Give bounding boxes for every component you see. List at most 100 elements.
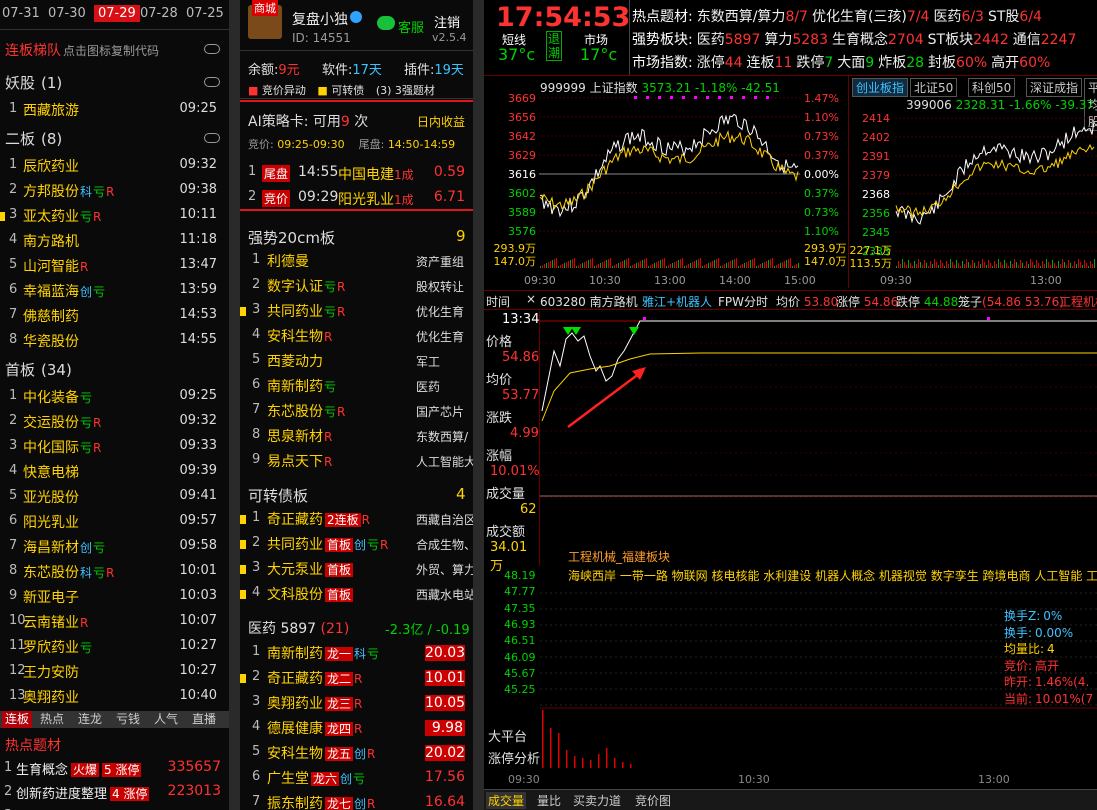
date-tab[interactable]: 07-30 <box>48 6 86 21</box>
index2-chart[interactable]: 创业板指 北证50 科创50 深证成指 平均股 399006 2328.31 -1.66… <box>850 76 1097 288</box>
strong-item[interactable]: 5 西菱动力 军工 <box>240 350 473 375</box>
list-item[interactable]: 10 云南锗业R 10:07 <box>0 611 229 636</box>
cloud-icon[interactable] <box>204 77 220 87</box>
info-item[interactable]: 涨停44 <box>697 55 743 71</box>
list-item[interactable]: 8 华瓷股份 14:55 <box>0 330 229 355</box>
strong-item[interactable]: 8 思泉新材R 东数西算/ <box>240 425 473 450</box>
limit-analysis-button[interactable]: 涨停分析 <box>488 748 540 767</box>
info-item[interactable]: 大面9 <box>837 55 874 71</box>
ai-row[interactable]: 2 竞价 09:29 阳光乳业1成 6.71 <box>240 187 473 212</box>
cloud-icon[interactable] <box>204 44 220 54</box>
info-item[interactable]: ST板块2442 <box>928 32 1009 48</box>
info-item[interactable]: 算力5283 <box>764 32 828 48</box>
list-item[interactable]: 7 佛慈制药 14:53 <box>0 305 229 330</box>
strong-item[interactable]: 7 东芯股份亏R 国产芯片 <box>240 400 473 425</box>
chart-tab[interactable]: 竞价图 <box>633 792 673 809</box>
list-item[interactable]: 7 海昌新材创亏 09:58 <box>0 536 229 561</box>
splitter[interactable] <box>473 0 484 810</box>
info-item[interactable]: 封板60% <box>928 55 987 71</box>
tab-time[interactable]: 时间 <box>486 293 510 310</box>
list-item[interactable]: 5 亚光股份 09:41 <box>0 486 229 511</box>
list-item[interactable]: 9 新亚电子 10:03 <box>0 586 229 611</box>
strong-item[interactable]: 9 易点天下R 人工智能大 <box>240 450 473 475</box>
list-item[interactable]: 2 方邦股份科亏R 09:38 <box>0 180 229 205</box>
list-item[interactable]: 13 奥翔药业 10:40 <box>0 686 229 711</box>
item-index: 2 <box>252 535 261 550</box>
info-item[interactable]: 医药5897 <box>697 32 761 48</box>
pharma-item[interactable]: 6 广生堂 龙六 创亏 17.56 <box>240 767 473 792</box>
strong-item[interactable]: 4 安科生物R 优化生育 <box>240 325 473 350</box>
list-item[interactable]: 4 南方路机 11:18 <box>0 230 229 255</box>
fpw-button[interactable]: FPW分时 <box>718 293 768 310</box>
hot-item[interactable]: 3西藏水电概念火爆... <box>0 806 229 810</box>
close-icon[interactable]: × <box>526 292 536 306</box>
vol-bar <box>1032 262 1033 268</box>
list-item[interactable]: 3 中化国际亏R 09:33 <box>0 436 229 461</box>
list-item[interactable]: 2 交运股份亏R 09:32 <box>0 411 229 436</box>
info-item[interactable]: 医药6/3 <box>933 9 984 25</box>
list-item[interactable]: 5 山河智能R 13:47 <box>0 255 229 280</box>
pharma-item[interactable]: 3 奥翔药业 龙三 R 10.05 <box>240 692 473 717</box>
ai-mode-button[interactable]: 日内收益 <box>417 113 465 130</box>
index1-chart[interactable]: 999999 上证指数 3573.21 -1.18% -42.51 3669 1.… <box>484 76 849 288</box>
date-tab[interactable]: 07-25 <box>186 6 224 21</box>
info-item[interactable]: 通信2247 <box>1013 32 1077 48</box>
info-item[interactable]: 高开60% <box>991 55 1050 71</box>
list-item[interactable]: 11 罗欣药业亏 10:27 <box>0 636 229 661</box>
mall-badge[interactable]: 商城 <box>252 0 278 16</box>
vol-bar <box>540 266 541 268</box>
service-link[interactable]: 客服 <box>398 17 424 36</box>
chart-tab[interactable]: 量比 <box>535 792 563 809</box>
tab-0[interactable]: 连板 <box>2 711 33 728</box>
info-item[interactable]: 炸板28 <box>878 55 924 71</box>
chart-tab[interactable]: 买卖力道 <box>571 792 623 809</box>
list-item[interactable]: 1 辰欣药业 09:32 <box>0 155 229 180</box>
bond-item[interactable]: 1 奇正藏药 2连板 R 西藏自治区 <box>240 508 473 533</box>
pharma-item[interactable]: 7 振东制药 龙七 创R 16.64 <box>240 792 473 810</box>
date-tab[interactable]: 07-28 <box>140 6 178 21</box>
strong-item[interactable]: 2 数字认证亏R 股权转让 <box>240 275 473 300</box>
pharma-item[interactable]: 5 安科生物 龙五 创R 20.02 <box>240 742 473 767</box>
tab-5[interactable]: 直播 <box>192 711 216 728</box>
strong-item[interactable]: 3 共同药业亏R 优化生育 <box>240 300 473 325</box>
tab-3[interactable]: 亏钱 <box>116 711 140 728</box>
platform-button[interactable]: 大平台 <box>488 726 527 745</box>
date-tab[interactable]: 07-31 <box>2 6 40 21</box>
date-tab[interactable]: 07-29 <box>94 5 140 22</box>
tab-2[interactable]: 连龙 <box>78 711 102 728</box>
list-item[interactable]: 12 王力安防 10:27 <box>0 661 229 686</box>
hot-item[interactable]: 2 创新药进度整理 4 涨停 223013 <box>0 782 229 807</box>
cloud-icon[interactable] <box>204 133 220 143</box>
bond-item[interactable]: 4 文科股份 首板 西藏水电站 <box>240 583 473 608</box>
list-item[interactable]: 8 东芯股份科亏R 10:01 <box>0 561 229 586</box>
hot-item[interactable]: 1 生育概念 火爆 5 涨停 335657 <box>0 758 229 783</box>
chart-tab[interactable]: 成交量 <box>486 792 527 809</box>
list-item[interactable]: 1 中化装备亏 09:25 <box>0 386 229 411</box>
logout-link[interactable]: 注销 <box>434 12 460 31</box>
strong-item[interactable]: 6 南新制药亏 医药 <box>240 375 473 400</box>
pharma-item[interactable]: 2 奇正藏药 龙二 R 10.01 <box>240 667 473 692</box>
wechat-icon[interactable] <box>377 16 395 30</box>
tab-4[interactable]: 人气 <box>154 711 178 728</box>
list-item[interactable]: 3 亚太药业亏R 10:11 <box>0 205 229 230</box>
info-item[interactable]: 东数西算/算力8/7 <box>697 9 808 25</box>
list-item[interactable]: 6 阳光乳业 09:57 <box>0 511 229 536</box>
list-item[interactable]: 6 幸福蓝海创亏 13:59 <box>0 280 229 305</box>
bond-item[interactable]: 2 共同药业 首板 创亏R 合成生物、 <box>240 533 473 558</box>
info-item[interactable]: ST股6/4 <box>988 9 1042 25</box>
ai-row[interactable]: 1 尾盘 14:55 中国电建1成 0.59 <box>240 162 473 187</box>
list-item[interactable]: 4 快意电梯 09:39 <box>0 461 229 486</box>
pharma-item[interactable]: 4 德展健康 龙四 R 9.98 <box>240 717 473 742</box>
list-item[interactable]: 1 西藏旅游 09:25 <box>0 99 229 124</box>
strong-item[interactable]: 1 利德曼 资产重组 <box>240 250 473 275</box>
pharma-item[interactable]: 1 南新制药 龙一 科亏 20.03 <box>240 642 473 667</box>
bond-item[interactable]: 3 大元泵业 首板 外贸、算力 <box>240 558 473 583</box>
splitter[interactable] <box>229 0 240 810</box>
info-item[interactable]: 优化生育(三孩)7/4 <box>812 9 929 25</box>
info-item[interactable]: 连板11 <box>747 55 793 71</box>
info-item[interactable]: 生育概念2704 <box>832 32 924 48</box>
stock-intraday-svg[interactable] <box>540 311 1097 566</box>
info-item[interactable]: 跌停7 <box>796 55 833 71</box>
info-value: 44 <box>724 55 743 71</box>
tab-1[interactable]: 热点 <box>40 711 64 728</box>
